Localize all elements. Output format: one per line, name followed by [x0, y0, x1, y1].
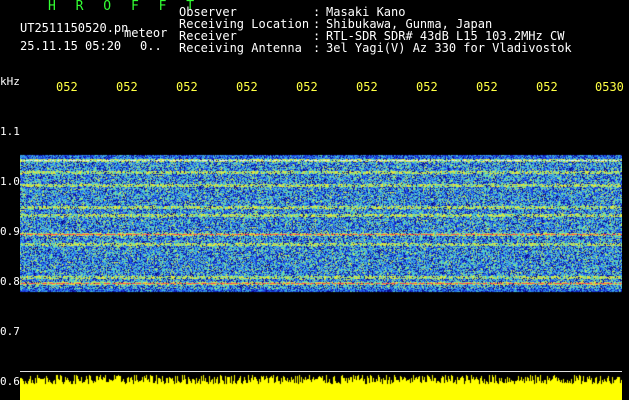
y-tick: 0.7 — [0, 325, 20, 338]
app-title: H R O F F T — [48, 0, 201, 14]
file-name: UT2511150520.pn — [20, 21, 129, 35]
y-tick: 0.8 — [0, 275, 20, 288]
y-tick: 1.0 — [0, 175, 20, 188]
antenna-colon: : — [313, 41, 321, 55]
mode-label: meteor — [124, 26, 168, 40]
x-tick: 052 — [356, 80, 378, 94]
y-tick: 1.1 — [0, 125, 20, 138]
x-tick: 052 — [56, 80, 78, 94]
x-tick: 052 — [116, 80, 138, 94]
x-tick: 052 — [536, 80, 558, 94]
x-tick: 052 — [476, 80, 498, 94]
status-code: 0.. — [140, 39, 162, 53]
y-tick: 0.6 — [0, 375, 20, 388]
y-tick: 0.9 — [0, 225, 20, 238]
x-tick: 052 — [236, 80, 258, 94]
x-tick: 0530 — [595, 80, 624, 94]
x-tick: 052 — [416, 80, 438, 94]
noise-divider-line — [20, 371, 622, 372]
x-tick: 052 — [176, 80, 198, 94]
y-axis-unit: kHz — [0, 75, 20, 88]
date-time: 25.11.15 05:20 — [20, 39, 122, 53]
antenna-value: 3el Yagi(V) Az 330 for Vladivostok — [326, 41, 572, 55]
spectrogram — [20, 97, 622, 400]
antenna-label: Receiving Antenna — [179, 41, 302, 55]
x-tick: 052 — [296, 80, 318, 94]
